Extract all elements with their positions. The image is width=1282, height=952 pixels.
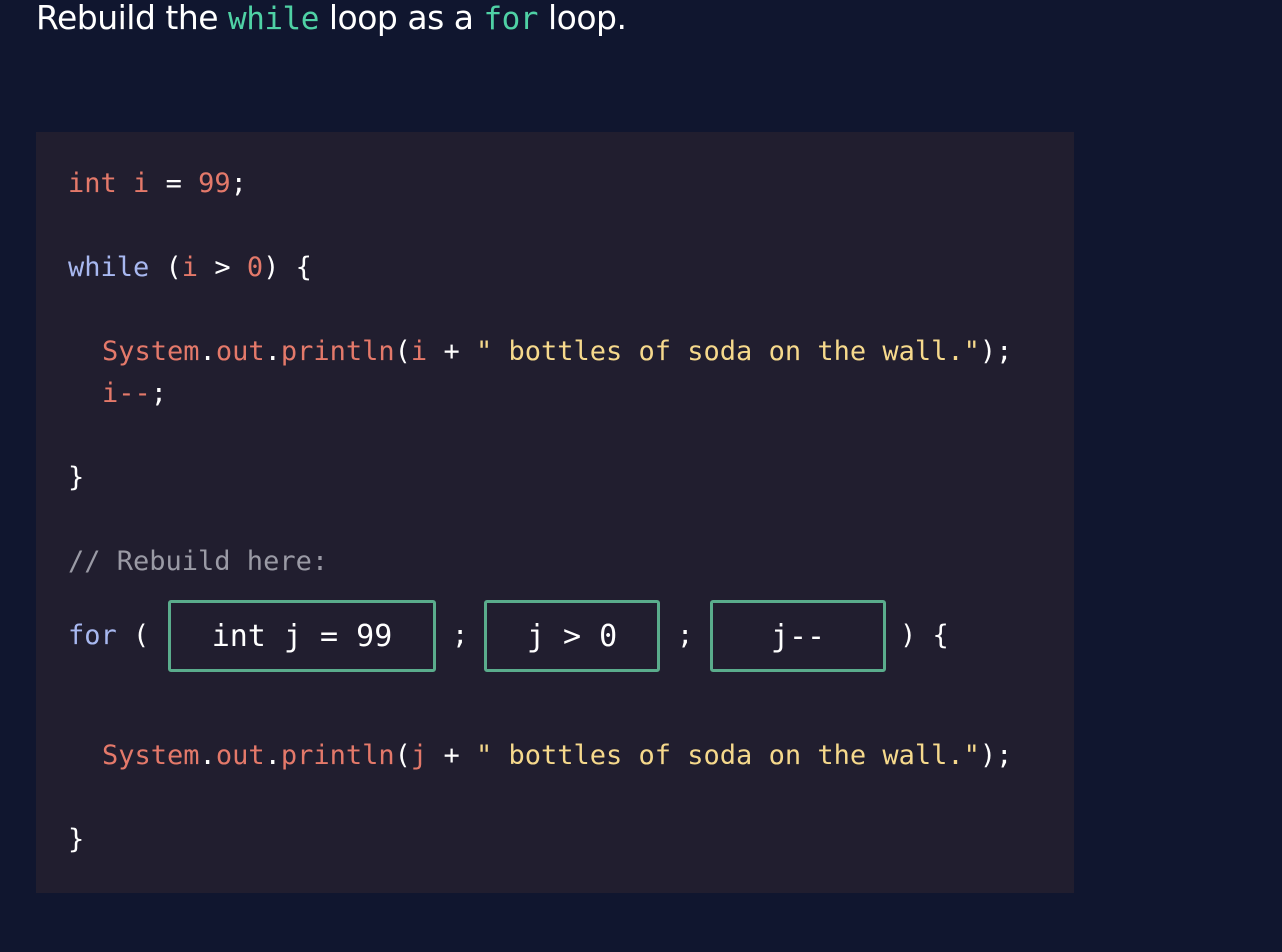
instruction-heading: Rebuild the while loop as a for loop. <box>36 0 627 45</box>
code-variable: j <box>410 740 428 771</box>
code-identifier: out <box>215 336 265 367</box>
code-identifier: out <box>215 740 265 771</box>
for-close-paren: ) { <box>900 620 949 651</box>
code-punctuation: ) { <box>263 252 312 283</box>
code-method: println <box>280 740 395 771</box>
code-punctuation: ; <box>150 378 168 409</box>
code-punctuation: ); <box>979 740 1013 771</box>
code-number: 0 <box>246 252 264 283</box>
code-variable: i <box>410 336 428 367</box>
code-punctuation: ; <box>230 168 247 199</box>
code-line-println-2: System.out.println(j + " bottles of soda… <box>68 740 1012 772</box>
code-line-for: for ( <box>68 620 149 652</box>
code-line-close-for: } <box>68 824 84 856</box>
code-line-while: while (i > 0) { <box>68 252 312 284</box>
code-line-println-1: System.out.println(i + " bottles of soda… <box>68 336 1012 368</box>
code-string: " bottles of soda on the wall." <box>475 336 980 367</box>
code-line-comment: // Rebuild here: <box>68 546 328 578</box>
code-punctuation: ); <box>979 336 1013 367</box>
code-comment: // Rebuild here: <box>68 546 329 577</box>
code-operator: + <box>427 740 476 771</box>
code-punctuation: . <box>199 740 216 771</box>
code-punctuation: . <box>264 740 281 771</box>
code-method: println <box>280 336 395 367</box>
code-line-declaration: int i = 99; <box>68 168 247 200</box>
update-blank-value: j-- <box>770 618 826 654</box>
condition-blank-value: j > 0 <box>526 618 618 654</box>
update-blank-field[interactable]: j-- <box>710 600 886 672</box>
code-operator: > <box>198 252 247 283</box>
code-punctuation: ( <box>116 620 150 651</box>
instruction-text-3: loop. <box>537 0 627 37</box>
code-number: 99 <box>198 168 231 199</box>
condition-blank-field[interactable]: j > 0 <box>484 600 660 672</box>
exercise-page: Rebuild the while loop as a for loop. in… <box>0 0 1282 952</box>
instruction-text-1: Rebuild the <box>36 0 229 37</box>
code-punctuation: ( <box>394 740 411 771</box>
for-keyword: for <box>483 1 538 37</box>
code-keyword: while <box>68 252 150 283</box>
code-line-close-while: } <box>68 462 84 494</box>
code-variable: i <box>181 252 199 283</box>
code-line-decrement: i--; <box>68 378 167 410</box>
init-blank-value: int j = 99 <box>211 618 393 654</box>
code-editor: int i = 99; while (i > 0) { System.out.p… <box>36 132 1074 893</box>
code-type: int <box>68 168 117 199</box>
code-identifier: System <box>102 740 200 771</box>
code-punctuation: } <box>68 462 85 493</box>
init-blank-field[interactable]: int j = 99 <box>168 600 436 672</box>
code-punctuation: ( <box>394 336 411 367</box>
while-keyword: while <box>228 1 319 37</box>
code-identifier: System <box>102 336 200 367</box>
code-punctuation: . <box>199 336 216 367</box>
for-semicolon-1: ; <box>452 620 469 651</box>
code-punctuation: ( <box>149 252 182 283</box>
for-semicolon-2: ; <box>677 620 694 651</box>
code-variable: i-- <box>102 378 151 409</box>
code-punctuation: } <box>68 824 85 855</box>
code-operator: = <box>149 168 199 199</box>
code-keyword: for <box>68 620 117 651</box>
instruction-text-2: loop as a <box>318 0 484 37</box>
code-punctuation: . <box>264 336 281 367</box>
code-variable: i <box>133 168 150 199</box>
code-string: " bottles of soda on the wall." <box>475 740 980 771</box>
code-operator: + <box>427 336 476 367</box>
